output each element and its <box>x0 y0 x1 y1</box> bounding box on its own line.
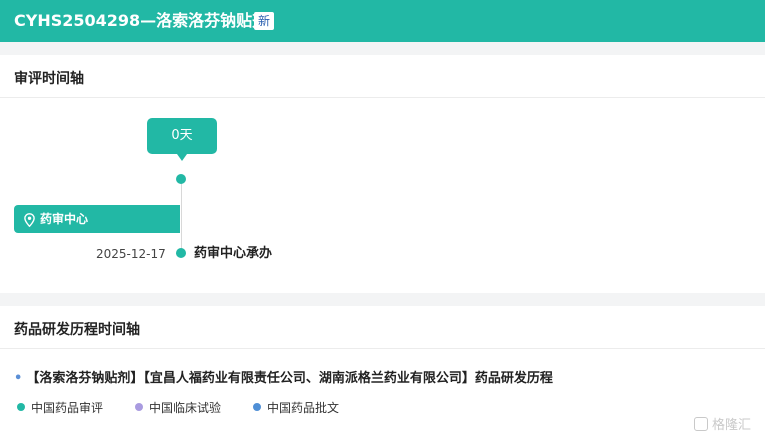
timeline-axis <box>181 179 182 255</box>
new-badge: 新 <box>254 12 274 30</box>
page-header: CYHS2504298—洛索洛芬钠贴剂 新 <box>0 0 765 42</box>
rd-history-text: 【洛索洛芬钠贴剂】【宜昌人福药业有限责任公司、湖南派格兰药业有限公司】药品研发历… <box>26 371 553 386</box>
gelonghui-logo-icon <box>694 417 708 431</box>
event-label: 药审中心承办 <box>194 246 273 261</box>
legend-dot <box>135 403 143 411</box>
legend-item-approval[interactable]: 中国药品批文 <box>253 400 339 416</box>
legend-item-review[interactable]: 中国药品审评 <box>17 400 103 416</box>
location-pin-icon <box>24 212 35 231</box>
divider <box>0 348 765 349</box>
review-timeline-card: 审评时间轴 0天 药审中心 2025-12-17 药审中心承办 <box>0 55 765 293</box>
divider <box>0 97 765 98</box>
watermark: 格隆汇 <box>694 414 751 433</box>
legend-dot <box>17 403 25 411</box>
bubble-pointer <box>177 154 187 161</box>
org-tag: 药审中心 <box>14 205 180 233</box>
legend-label: 中国药品批文 <box>267 401 340 415</box>
legend-label: 中国药品审评 <box>31 401 104 415</box>
rd-timeline-title: 药品研发历程时间轴 <box>14 322 140 338</box>
review-timeline-title: 审评时间轴 <box>14 71 84 87</box>
legend-item-clinical[interactable]: 中国临床试验 <box>135 400 221 416</box>
rd-timeline-card: 药品研发历程时间轴 • 【洛索洛芬钠贴剂】【宜昌人福药业有限责任公司、湖南派格兰药… <box>0 306 765 442</box>
rd-history-link[interactable]: • 【洛索洛芬钠贴剂】【宜昌人福药业有限责任公司、湖南派格兰药业有限公司】药品研发… <box>14 367 553 386</box>
event-date: 2025-12-17 <box>96 247 166 261</box>
legend-label: 中国临床试验 <box>149 401 222 415</box>
drug-application-title: CYHS2504298—洛索洛芬钠贴剂 <box>14 11 269 30</box>
days-bubble: 0天 <box>147 118 217 154</box>
watermark-text: 格隆汇 <box>712 418 752 433</box>
bullet-dot: • <box>14 371 23 386</box>
org-tag-label: 药审中心 <box>40 212 89 226</box>
timeline-event-dot <box>176 248 186 258</box>
timeline-start-dot <box>176 174 186 184</box>
legend-dot <box>253 403 261 411</box>
